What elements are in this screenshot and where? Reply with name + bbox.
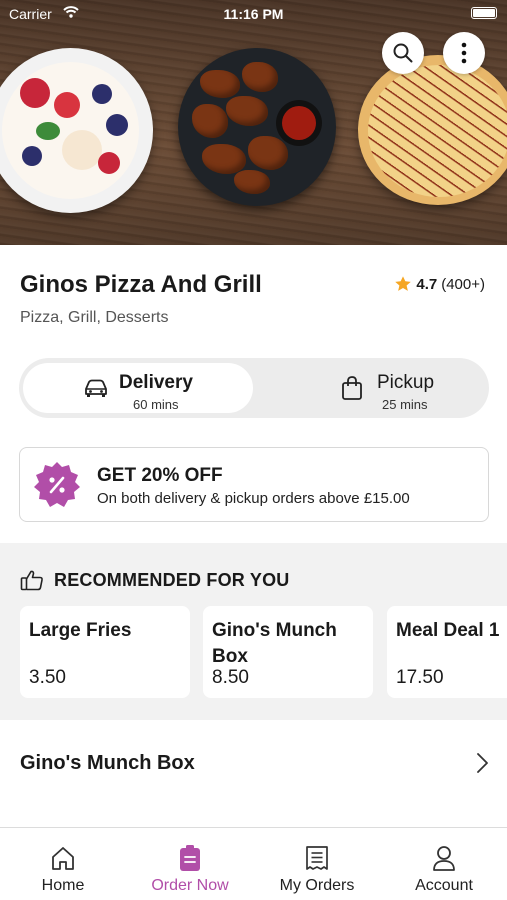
offer-description: On both delivery & pickup orders above £… [97,490,410,507]
order-bag-icon [180,845,200,871]
shopping-bag-icon [342,376,362,400]
tab-bar: Home Order Now My Orders Account [0,827,507,900]
pickup-time: 25 mins [382,397,428,412]
receipt-icon [306,846,328,870]
status-bar: Carrier 11:16 PM [0,0,507,28]
recommended-header: RECOMMENDED FOR YOU [20,568,289,592]
tab-home[interactable]: Home [0,828,126,900]
rating: 4.7 (400+) [394,275,485,293]
person-icon [433,846,455,871]
restaurant-name: Ginos Pizza And Grill [20,271,262,298]
fulfilment-toggle: Delivery 60 mins Pickup 25 mins [19,358,489,418]
item-price: 3.50 [29,667,66,688]
tab-my-orders[interactable]: My Orders [254,828,380,900]
recommended-title: RECOMMENDED FOR YOU [54,569,290,590]
recommended-item[interactable]: Large Fries 3.50 [20,606,190,698]
car-icon [85,379,107,397]
delivery-option[interactable]: Delivery 60 mins [23,363,253,413]
pickup-label: Pickup [377,372,435,393]
cuisine-list: Pizza, Grill, Desserts [20,309,169,326]
recommended-item[interactable]: Gino's Munch Box 8.50 [203,606,373,698]
hero-banner: Carrier 11:16 PM [0,0,507,245]
menu-section-name: Gino's Munch Box [20,752,195,774]
tab-order-now[interactable]: Order Now [127,828,253,900]
pickup-option[interactable]: Pickup 25 mins [257,363,485,413]
clock: 11:16 PM [223,6,284,22]
tab-label: Account [415,877,473,894]
offer-banner[interactable]: GET 20% OFF On both delivery & pickup or… [19,447,489,522]
tab-label: Order Now [151,877,229,894]
pizza-image [358,55,507,205]
tab-label: My Orders [279,877,355,894]
tab-label: Home [41,877,85,894]
vertical-dots-icon [461,42,467,64]
home-icon [52,847,74,870]
delivery-label: Delivery [119,372,193,393]
item-name: Meal Deal 1 [396,620,500,641]
thumbs-up-icon [20,570,43,591]
offer-title: GET 20% OFF [97,465,223,486]
star-icon [395,276,412,291]
rating-score: 4.7 [416,275,438,293]
search-icon [393,43,413,63]
search-button[interactable] [382,32,424,74]
battery-icon [471,7,497,19]
item-price: 8.50 [212,667,249,688]
item-name: Gino's Munch Box [212,620,337,667]
discount-badge-icon [34,462,80,507]
chevron-right-icon [477,753,488,773]
delivery-time: 60 mins [133,397,179,412]
item-price: 17.50 [396,667,444,688]
menu-section-row[interactable]: Gino's Munch Box [0,735,507,795]
item-name: Large Fries [29,620,132,641]
recommended-item[interactable]: Meal Deal 1 17.50 [387,606,507,698]
rating-count: (400+) [441,275,485,293]
chicken-wings-plate-image [178,48,336,206]
recommended-section: RECOMMENDED FOR YOU Large Fries 3.50 Gin… [0,543,507,720]
tab-account[interactable]: Account [381,828,507,900]
more-options-button[interactable] [443,32,485,74]
